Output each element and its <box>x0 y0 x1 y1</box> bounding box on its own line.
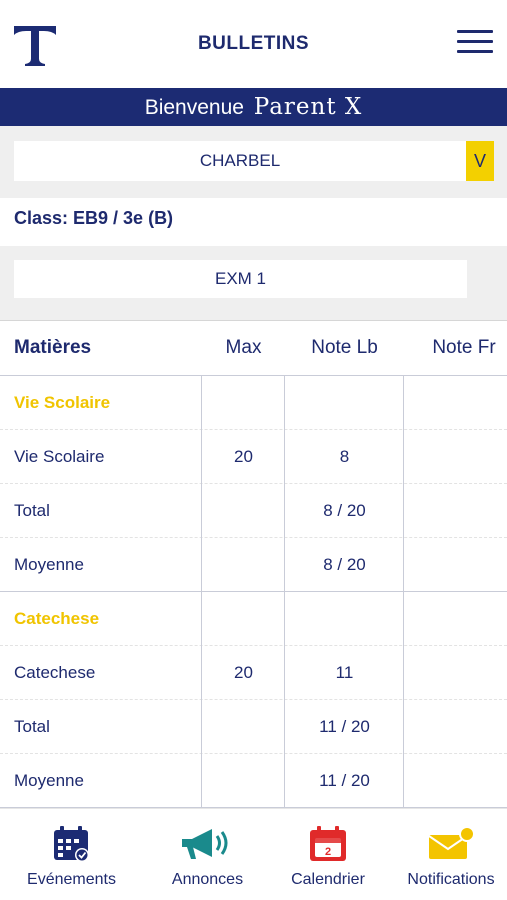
subject-group-row: Vie Scolaire <box>0 376 507 430</box>
class-info: Class: EB9 / 3e (B) <box>14 208 174 228</box>
calendar-badge: 2 <box>325 846 331 858</box>
page-title: BULLETINS <box>197 33 310 54</box>
megaphone-icon <box>181 829 227 859</box>
col-header-note-fr: Note Fr <box>432 337 496 358</box>
note-lb: 8 <box>339 447 350 466</box>
note-lb: 8 / 20 <box>323 501 366 520</box>
grades-table-header: Matières Max Note Lb Note Fr <box>0 320 507 376</box>
note-lb: 11 / 20 <box>319 771 370 790</box>
column-divider <box>284 376 285 808</box>
note-lb: 8 / 20 <box>323 555 366 574</box>
max-score: 20 <box>234 447 253 466</box>
hamburger-menu-icon[interactable] <box>457 30 493 60</box>
note-lb: 11 / 20 <box>319 717 370 736</box>
bottom-navigation: Evénements Annonces 2 Calendrier Notific… <box>0 808 507 900</box>
subject-group-title: Vie Scolaire <box>14 393 111 412</box>
table-row: Total 11 / 20 <box>0 700 507 754</box>
column-divider <box>403 376 404 808</box>
calendar-check-icon <box>53 826 89 862</box>
nav-item-notifications[interactable]: Notifications <box>395 809 507 900</box>
table-row: Moyenne 11 / 20 <box>0 754 507 808</box>
calendar-day-icon: 2 <box>310 826 346 861</box>
subject-name: Catechese <box>14 663 96 682</box>
welcome-greeting: Bienvenue <box>144 96 244 119</box>
table-row: Total 8 / 20 <box>0 484 507 538</box>
note-lb: 11 <box>335 663 354 682</box>
nav-label: Notifications <box>407 871 495 888</box>
dropdown-toggle-button[interactable]: V <box>466 141 494 181</box>
grades-table-body[interactable]: Moyenne 11 / 20 Total 11 / 20 Catechese 20 11 C… <box>0 376 507 808</box>
subject-group-title: Catechese <box>14 609 100 628</box>
parent-name: Parent X <box>253 94 363 120</box>
nav-item-calendrier[interactable]: 2 Calendrier <box>258 809 398 900</box>
exam-dropdown[interactable]: EXM 1 <box>14 260 467 298</box>
column-divider <box>201 376 202 808</box>
col-header-note-lb: Note Lb <box>311 337 378 358</box>
subject-group-row: Catechese <box>0 592 507 646</box>
subject-name: Moyenne <box>14 555 84 574</box>
nav-item-evenements[interactable]: Evénements <box>0 809 143 900</box>
student-dropdown-value: CHARBEL <box>199 151 281 170</box>
app-header: BULLETINS <box>0 0 507 88</box>
nav-label: Evénements <box>27 871 116 888</box>
max-score: 20 <box>234 663 253 682</box>
student-dropdown[interactable]: CHARBEL V <box>14 141 494 181</box>
nav-label: Calendrier <box>291 871 365 888</box>
col-header-max: Max <box>225 337 262 358</box>
table-row: Moyenne 8 / 20 <box>0 538 507 592</box>
subject-name: Moyenne <box>14 771 84 790</box>
subject-name: Total <box>14 717 50 736</box>
envelope-notification-icon <box>428 826 475 859</box>
welcome-banner: Bienvenue Parent X <box>0 88 507 126</box>
table-row: Vie Scolaire 20 8 <box>0 430 507 484</box>
col-header-subjects: Matières <box>14 337 92 358</box>
table-row: Catechese 20 11 <box>0 646 507 700</box>
subject-name: Vie Scolaire <box>14 447 105 466</box>
subject-name: Total <box>14 501 50 520</box>
